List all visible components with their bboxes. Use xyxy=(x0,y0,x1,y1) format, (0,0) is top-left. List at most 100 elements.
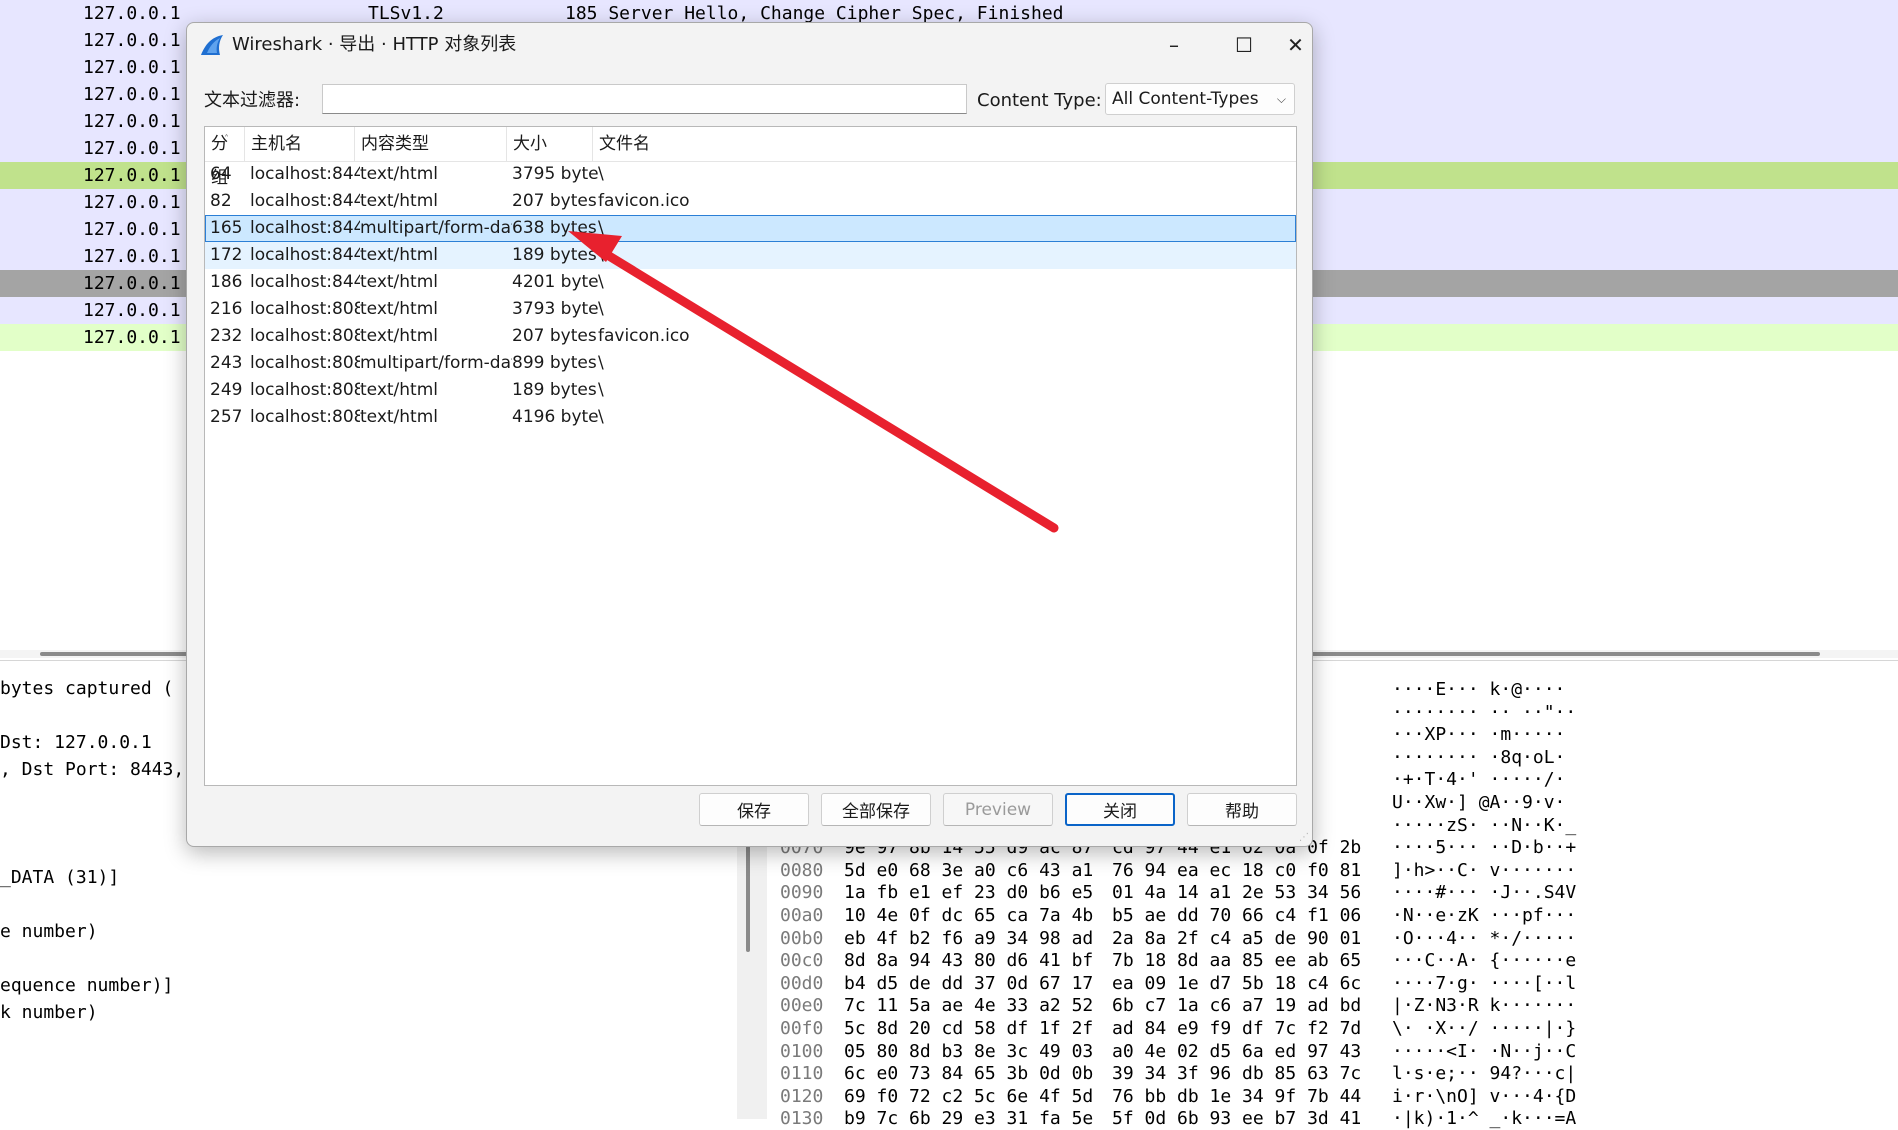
cell-file: \ xyxy=(598,353,604,373)
save-all-button[interactable]: 全部保存 xyxy=(821,793,931,826)
http-objects-table[interactable]: ˄ 分组 主机名 内容类型 大小 文件名 64localhost:8443tex… xyxy=(204,126,1297,786)
column-header-size[interactable]: 大小 xyxy=(507,127,593,161)
packet-row-src: 127.0.0.1 xyxy=(83,219,181,240)
cell-size: 3793 bytes xyxy=(512,299,598,319)
text-filter-input[interactable] xyxy=(322,84,967,114)
hex-dump-line: 00d0 b4 d5 de dd 37 0d 67 17 ea 09 1e d7 5… xyxy=(767,972,1898,995)
hex-dump-hex2: b5 ae dd 70 66 c4 f1 06 xyxy=(1112,905,1362,926)
table-row[interactable]: 232 localhost:8080text/html 207 bytesfavic… xyxy=(205,323,1296,350)
detail-tree-item[interactable]: _DATA (31)] xyxy=(0,864,119,891)
hex-dump-hex2: 76 94 ea ec 18 c0 f0 81 xyxy=(1112,859,1362,881)
column-header-label: 内容类型 xyxy=(361,134,429,154)
content-type-dropdown[interactable]: All Content-Types ⌵ xyxy=(1105,83,1295,115)
cell-packet: 64 xyxy=(210,164,232,184)
detail-tree-item[interactable]: e number) xyxy=(0,918,98,945)
cell-packet: 243 xyxy=(210,353,243,373)
cell-host: localhost:8443 xyxy=(250,218,360,238)
hex-dump-off: 00e0 xyxy=(780,995,824,1017)
table-row[interactable]: 249 localhost:8080text/html 189 bytes\ xyxy=(205,377,1296,404)
hex-dump-asc: ········ ·8q·oL· xyxy=(1392,746,1566,768)
hex-dump-line: 00e0 7c 11 5a ae 4e 33 a2 52 6b c7 1a c6 a… xyxy=(767,994,1898,1017)
hex-dump-off: 0090 xyxy=(780,882,824,904)
chevron-down-icon: ⌵ xyxy=(1276,92,1286,106)
hex-dump-line: 00f0 5c 8d 20 cd 58 df 1f 2f ad 84 e9 f9 d… xyxy=(767,1017,1898,1040)
hex-dump-line: 0100 05 80 8d b3 8e 3c 49 03 a0 4e 02 d5 6… xyxy=(767,1040,1898,1063)
hex-dump-asc: ····E··· k·@···· xyxy=(1392,679,1566,700)
hex-dump-hex1: eb 4f b2 f6 a9 34 98 ad xyxy=(844,927,1094,949)
cell-packet: 82 xyxy=(210,191,232,211)
column-header-filename[interactable]: 文件名 xyxy=(593,127,1296,161)
cell-host: localhost:8080 xyxy=(250,407,360,427)
detail-vscroll-thumb[interactable] xyxy=(746,832,750,952)
column-header-label: 文件名 xyxy=(599,134,650,154)
column-header-packet[interactable]: ˄ 分组 xyxy=(205,127,245,188)
table-row[interactable]: 172 localhost:8443text/html 189 bytes\ xyxy=(205,242,1296,269)
hex-dump-hex2: a0 4e 02 d5 6a ed 97 43 xyxy=(1112,1040,1362,1062)
wireshark-fin-icon xyxy=(201,35,223,55)
hex-dump-hex2: 6b c7 1a c6 a7 19 ad bd xyxy=(1112,995,1362,1017)
table-row[interactable]: 243 localhost:8080multipart/form-data899 … xyxy=(205,350,1296,377)
hex-dump-hex1: 10 4e 0f dc 65 ca 7a 4b xyxy=(844,905,1094,926)
cell-file: \ xyxy=(598,299,604,319)
hex-dump-asc: ·+·T·4·' ·····/· xyxy=(1392,769,1566,791)
table-header: ˄ 分组 主机名 内容类型 大小 文件名 xyxy=(205,127,1296,188)
hex-dump-off: 0100 xyxy=(780,1040,824,1062)
hex-dump-hex1: b4 d5 de dd 37 0d 67 17 xyxy=(844,972,1094,994)
hex-dump-hex1: 7c 11 5a ae 4e 33 a2 52 xyxy=(844,995,1094,1017)
cell-type: text/html xyxy=(360,164,439,184)
cell-packet: 257 xyxy=(210,407,243,427)
hex-dump-asc: \· ·X··/ ·····|·} xyxy=(1392,1018,1577,1039)
cell-packet: 232 xyxy=(210,326,243,346)
cell-type: text/html xyxy=(360,272,439,292)
detail-tree-item[interactable]: k number) xyxy=(0,999,98,1026)
close-button[interactable]: 关闭 xyxy=(1065,793,1175,826)
minimize-button[interactable]: – xyxy=(1139,23,1209,67)
detail-tree-item[interactable]: , Dst Port: 8443, xyxy=(0,756,184,783)
column-header-content-type[interactable]: 内容类型 xyxy=(355,127,507,161)
dialog-titlebar[interactable]: Wireshark · 导出 · HTTP 对象列表 – ☐ ✕ xyxy=(187,23,1312,67)
cell-type: multipart/form-data xyxy=(360,218,512,238)
cell-host: localhost:8443 xyxy=(250,164,360,184)
cell-file: \ xyxy=(598,272,604,292)
hex-dump-hex2: 7b 18 8d aa 85 ee ab 65 xyxy=(1112,950,1362,972)
table-row[interactable]: 165 localhost:8443multipart/form-data638 … xyxy=(205,215,1296,242)
help-button[interactable]: 帮助 xyxy=(1187,793,1297,826)
maximize-button[interactable]: ☐ xyxy=(1209,23,1279,67)
table-row[interactable]: 82 localhost:8443text/html 207 bytesfavico… xyxy=(205,188,1296,215)
hex-dump-off: 0110 xyxy=(780,1063,824,1085)
hex-dump-asc: ·O···4·· *·/····· xyxy=(1392,927,1577,949)
detail-tree-item[interactable]: bytes captured ( xyxy=(0,675,173,702)
hex-dump-asc: ·····<I· ·N··j··C xyxy=(1392,1040,1577,1062)
hex-dump-off: 00b0 xyxy=(780,927,824,949)
column-header-label: 主机名 xyxy=(251,134,302,154)
hex-dump-asc: ·····zS· ··N··K·_ xyxy=(1392,814,1577,836)
cell-host: localhost:8080 xyxy=(250,326,360,346)
preview-button[interactable]: Preview xyxy=(943,793,1053,826)
cell-host: localhost:8080 xyxy=(250,380,360,400)
cell-size: 189 bytes xyxy=(512,245,597,265)
table-row[interactable]: 64 localhost:8443text/html 3795 bytes\ xyxy=(205,161,1296,188)
detail-tree-item[interactable]: Dst: 127.0.0.1 xyxy=(0,729,152,756)
table-row[interactable]: 216 localhost:8080text/html 3793 bytes\ xyxy=(205,296,1296,323)
packet-row-src: 127.0.0.1 xyxy=(83,192,181,213)
table-row[interactable]: 257 localhost:8080text/html 4196 bytes\ xyxy=(205,404,1296,431)
cell-type: text/html xyxy=(360,245,439,265)
cell-size: 4196 bytes xyxy=(512,407,598,427)
resize-grip-icon[interactable]: ⋰ xyxy=(1299,833,1309,843)
hex-dump-hex1: 5d e0 68 3e a0 c6 43 a1 xyxy=(844,859,1094,881)
hex-dump-off: 0120 xyxy=(780,1085,824,1107)
hex-dump-hex2: 01 4a 14 a1 2e 53 34 56 xyxy=(1112,882,1362,904)
close-icon: ✕ xyxy=(1287,33,1304,57)
save-button[interactable]: 保存 xyxy=(699,793,809,826)
hex-dump-asc: ····7·g· ····[··l xyxy=(1392,972,1577,994)
table-row[interactable]: 186 localhost:8443text/html 4201 bytes\ xyxy=(205,269,1296,296)
detail-tree-item[interactable]: equence number)] xyxy=(0,972,173,999)
hex-dump-off: 00c0 xyxy=(780,950,824,972)
hex-dump-hex2: 2a 8a 2f c4 a5 de 90 01 xyxy=(1112,927,1362,949)
cell-packet: 172 xyxy=(210,245,243,265)
close-window-button[interactable]: ✕ xyxy=(1279,23,1312,67)
hex-dump-hex2: ea 09 1e d7 5b 18 c4 6c xyxy=(1112,972,1362,994)
hex-dump-asc: ]·h>··C· v······· xyxy=(1392,859,1577,881)
column-header-hostname[interactable]: 主机名 xyxy=(245,127,355,161)
hex-dump-asc: ···XP··· ·m····· xyxy=(1392,724,1566,746)
